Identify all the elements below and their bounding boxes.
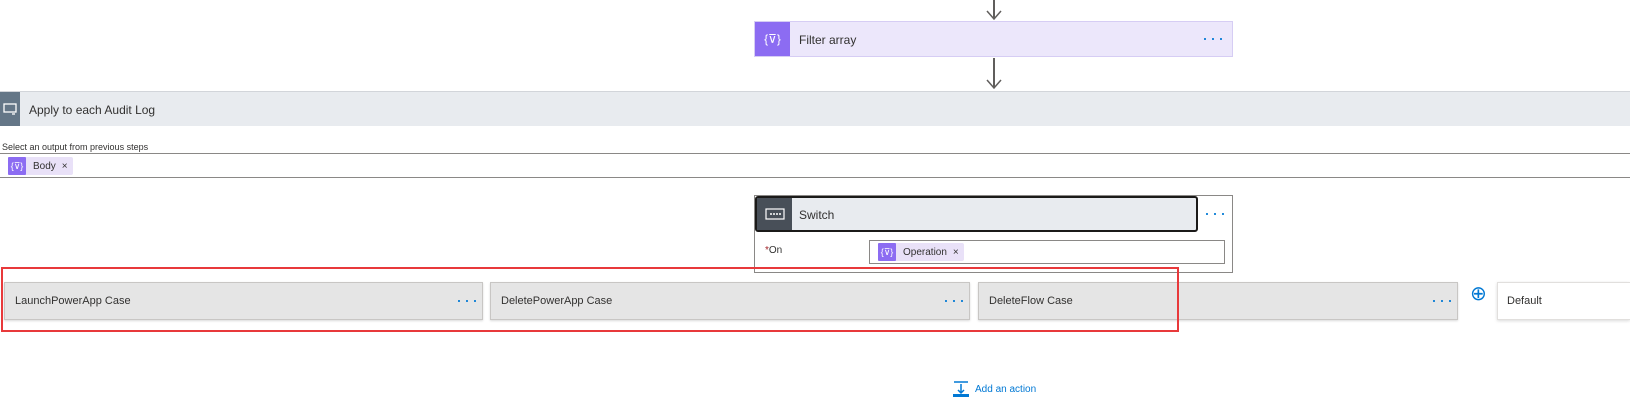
switch-on-label: *On — [765, 245, 782, 256]
filter-array-card[interactable]: {⊽} Filter array ··· — [754, 21, 1233, 57]
add-action-button[interactable]: Add an action — [952, 380, 1036, 398]
operation-token-remove-icon[interactable]: × — [953, 247, 959, 258]
apply-each-header[interactable]: Apply to each Audit Log — [0, 91, 1630, 126]
operation-token[interactable]: {⊽} Operation × — [878, 243, 964, 261]
output-label: Select an output from previous steps — [2, 142, 149, 152]
operation-token-label: Operation — [903, 246, 947, 258]
arrow-down-icon — [986, 79, 1002, 90]
switch-header[interactable]: Switch — [755, 196, 1198, 232]
filter-array-icon: {⊽} — [755, 22, 790, 56]
body-token[interactable]: {⊽} Body × — [8, 157, 73, 175]
add-action-icon — [953, 381, 969, 397]
default-case-title: Default — [1507, 295, 1542, 307]
switch-more-button[interactable]: ··· — [1204, 204, 1228, 222]
expression-icon: {⊽} — [878, 243, 896, 261]
expression-icon: {⊽} — [8, 157, 26, 175]
highlight-box — [1, 267, 1179, 332]
case-more-button[interactable]: ··· — [1431, 291, 1455, 309]
add-case-icon[interactable]: ⊕ — [1470, 284, 1487, 304]
switch-title: Switch — [799, 208, 835, 222]
filter-array-more-button[interactable]: ··· — [1202, 29, 1226, 47]
switch-icon — [757, 198, 792, 230]
output-field[interactable]: {⊽} Body × — [0, 153, 1630, 178]
apply-each-title: Apply to each Audit Log — [29, 103, 156, 117]
filter-array-title: Filter array — [799, 33, 857, 47]
default-case[interactable]: Default — [1497, 282, 1630, 320]
switch-card: Switch ··· *On {⊽} Operation × — [754, 195, 1233, 273]
loop-icon — [0, 92, 20, 126]
body-token-label: Body — [33, 160, 56, 172]
body-token-remove-icon[interactable]: × — [62, 161, 68, 172]
add-action-label: Add an action — [975, 383, 1037, 395]
arrow-down-icon — [986, 10, 1002, 21]
switch-on-field[interactable]: {⊽} Operation × — [869, 240, 1225, 264]
on-label-text: On — [768, 245, 783, 256]
